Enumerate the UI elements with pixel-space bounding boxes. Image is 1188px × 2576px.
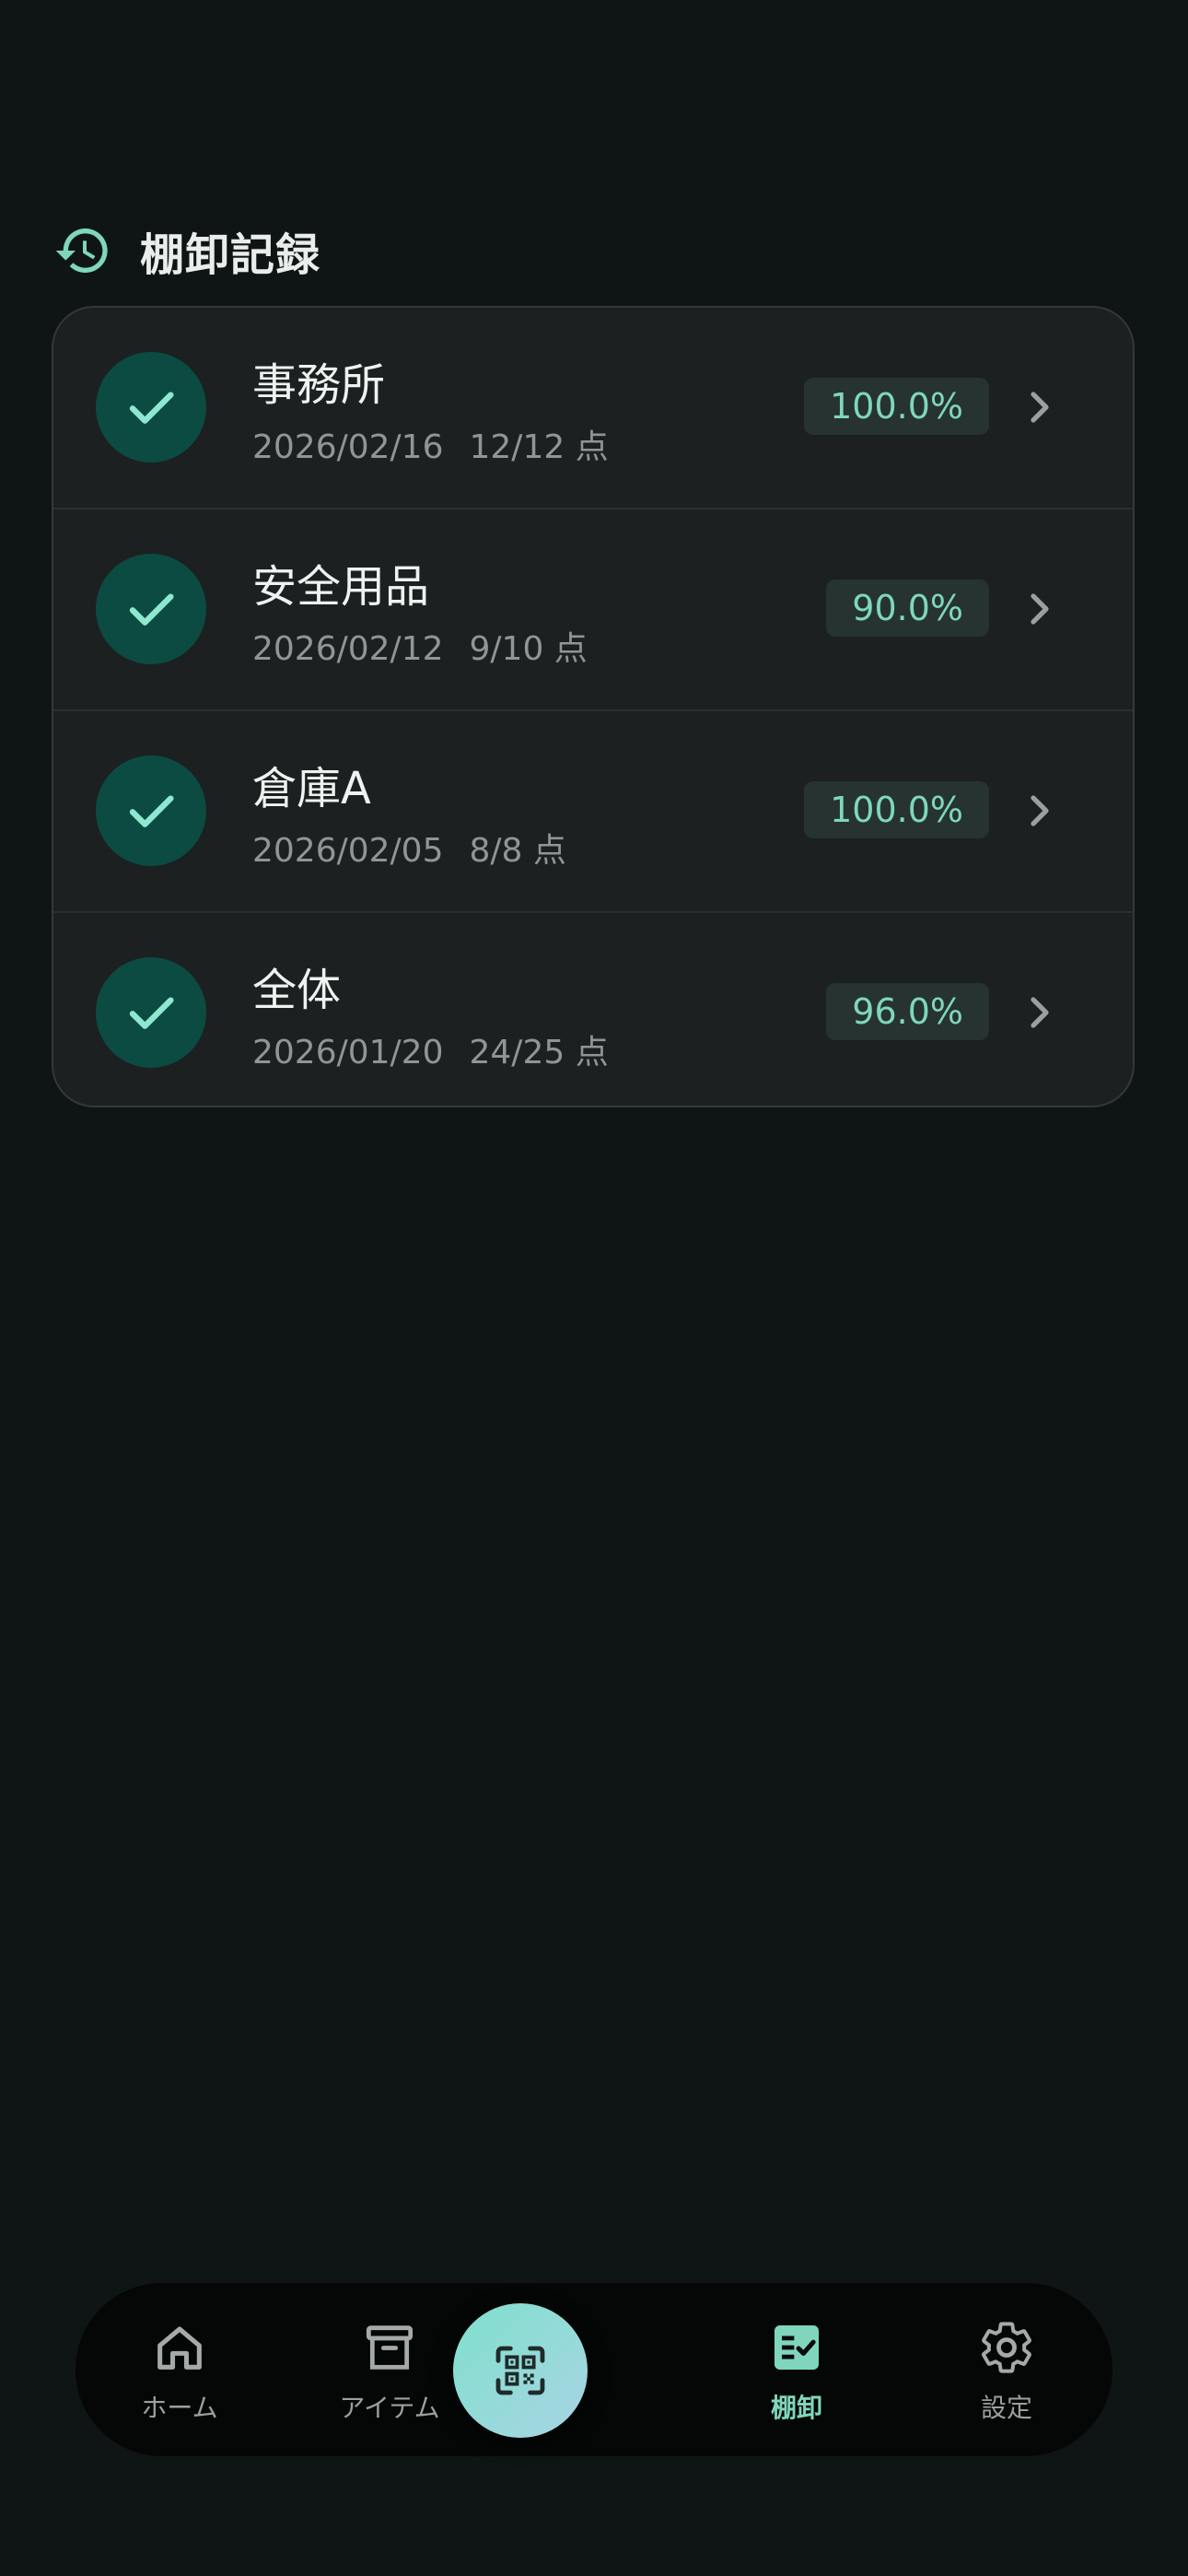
record-row[interactable]: 事務所 2026/02/16 12/12 点 100.0% (53, 308, 1133, 509)
home-icon (157, 2326, 202, 2370)
record-count: 24/25 点 (469, 1034, 609, 1071)
gear-icon (982, 2322, 1031, 2373)
history-icon (55, 228, 108, 273)
nav-label: 棚卸 (770, 2393, 822, 2423)
completion-badge: 100.0% (804, 781, 989, 838)
section-header: 棚卸記録 (53, 214, 320, 287)
checklist-icon (775, 2325, 819, 2370)
chevron-right-icon (1031, 593, 1049, 625)
record-meta: 2026/02/16 12/12 点 (252, 420, 609, 468)
section-title: 棚卸記録 (140, 229, 321, 281)
record-name: 安全用品 (252, 561, 430, 613)
record-count: 9/10 点 (469, 630, 588, 668)
nav-label: 設定 (980, 2393, 1032, 2423)
record-date: 2026/02/05 (252, 832, 444, 870)
check-icon (96, 755, 206, 866)
chevron-right-icon (1031, 997, 1049, 1028)
check-icon (96, 554, 206, 664)
record-row[interactable]: 倉庫A 2026/02/05 8/8 点 100.0% (53, 711, 1133, 913)
nav-label: アイテム (339, 2393, 440, 2423)
record-meta: 2026/01/20 24/25 点 (252, 1025, 609, 1073)
record-row[interactable]: 安全用品 2026/02/12 9/10 点 90.0% (53, 509, 1133, 711)
record-date: 2026/02/12 (252, 630, 444, 668)
record-count: 8/8 点 (469, 832, 566, 870)
completion-badge: 90.0% (826, 580, 989, 637)
nav-settings[interactable]: 設定 (914, 2318, 1099, 2429)
completion-badge: 100.0% (804, 378, 989, 435)
record-meta: 2026/02/12 9/10 点 (252, 622, 588, 670)
record-name: 全体 (252, 965, 342, 1016)
qr-scan-icon (495, 2346, 545, 2395)
record-count: 12/12 点 (469, 428, 609, 466)
record-list: 事務所 2026/02/16 12/12 点 100.0% 安全用品 2026/0… (52, 306, 1135, 1107)
chevron-right-icon (1031, 795, 1049, 826)
record-row[interactable]: 全体 2026/01/20 24/25 点 96.0% (53, 913, 1133, 1106)
nav-stocktake[interactable]: 棚卸 (705, 2318, 889, 2429)
nav-home[interactable]: ホーム (87, 2318, 272, 2429)
nav-label: ホーム (141, 2393, 218, 2423)
record-name: 倉庫A (252, 763, 371, 814)
scan-button[interactable] (453, 2303, 588, 2438)
record-meta: 2026/02/05 8/8 点 (252, 824, 566, 872)
record-date: 2026/02/16 (252, 428, 444, 466)
check-icon (96, 957, 206, 1068)
record-name: 事務所 (252, 359, 386, 411)
inventory-history-screen: 棚卸記録 事務所 2026/02/16 12/12 点 100.0% 安全用品 2… (0, 0, 1188, 2576)
completion-badge: 96.0% (826, 983, 989, 1040)
record-date: 2026/01/20 (252, 1034, 444, 1071)
chevron-right-icon (1031, 392, 1049, 423)
check-icon (96, 352, 206, 463)
archive-box-icon (366, 2325, 413, 2370)
bottom-nav: ホーム アイテム 棚卸 設定 (76, 2283, 1112, 2456)
